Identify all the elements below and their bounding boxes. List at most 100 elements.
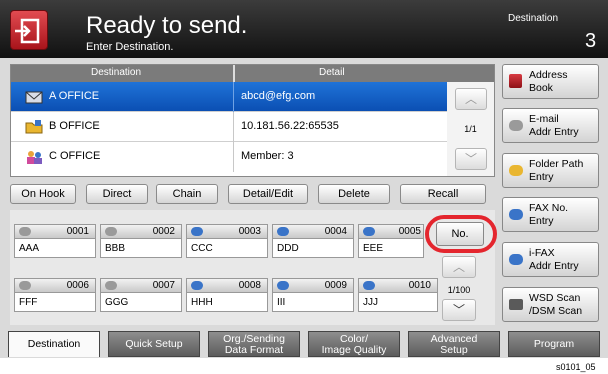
one-touch-key-header: 0001 (15, 225, 95, 239)
tab-color-image-quality[interactable]: Color/Image Quality (308, 331, 400, 357)
one-touch-key[interactable]: 0005 EEE (358, 224, 424, 258)
phone-icon (105, 227, 117, 236)
one-touch-key[interactable]: 0010 JJJ (358, 278, 438, 312)
status-title: Ready to send. (86, 12, 248, 39)
tab-program[interactable]: Program (508, 331, 600, 357)
address-book-line1: Address (529, 69, 568, 81)
row-detail: Member: 3 (241, 150, 294, 162)
status-subtitle: Enter Destination. (86, 41, 174, 53)
one-touch-label: AAA (19, 243, 40, 254)
one-touch-key-header: 0003 (187, 225, 267, 239)
one-touch-key[interactable]: 0008 HHH (186, 278, 268, 312)
address-book-icon (509, 74, 522, 88)
send-screen: Ready to send. Enter Destination. Destin… (0, 0, 608, 358)
one-touch-label: JJJ (363, 297, 378, 308)
folder-entry-label: Folder Path Entry (529, 158, 583, 184)
tab-advanced-setup[interactable]: Advanced Setup (408, 331, 500, 357)
one-touch-key[interactable]: 0006 FFF (14, 278, 96, 312)
status-header: Ready to send. Enter Destination. Destin… (0, 0, 608, 58)
recall-button[interactable]: Recall (400, 184, 486, 204)
wsd-scan-line2: /DSM Scan (529, 305, 583, 317)
one-touch-key[interactable]: 0001 AAA (14, 224, 96, 258)
one-touch-key-header: 0009 (273, 279, 353, 293)
tab-quick-setup[interactable]: Quick Setup (108, 331, 200, 357)
folder-entry-line1: Folder Path (529, 158, 584, 170)
fax-no-entry-button[interactable]: FAX No. Entry (502, 197, 599, 232)
chain-button[interactable]: Chain (156, 184, 218, 204)
row-detail: 10.181.56.22:65535 (241, 120, 339, 132)
one-touch-number: 0003 (238, 226, 261, 237)
tab-program-label: Program (533, 338, 575, 350)
email-icon (509, 120, 523, 131)
scroll-down-button[interactable]: ﹀ (455, 148, 487, 170)
row-divider (233, 82, 234, 112)
globe-icon (191, 281, 203, 290)
column-divider (233, 65, 235, 82)
one-touch-key[interactable]: 0007 GGG (100, 278, 182, 312)
one-touch-label: EEE (363, 243, 384, 254)
fax-entry-label: FAX No. Entry (529, 202, 568, 228)
one-touch-number: 0006 (66, 280, 89, 291)
network-icon (191, 227, 203, 236)
wsd-scan-button[interactable]: WSD Scan/DSM Scan (502, 287, 599, 322)
tab-org-sending-line2: Data Format (224, 344, 284, 356)
one-touch-key-header: 0004 (273, 225, 353, 239)
direct-button[interactable]: Direct (86, 184, 148, 204)
list-row[interactable]: B OFFICE 10.181.56.22:65535 (11, 112, 447, 142)
scroll-up-button[interactable]: ︿ (455, 88, 487, 110)
email-entry-line1: E-mail (529, 113, 559, 125)
one-touch-key-header: 0002 (101, 225, 181, 239)
one-touch-number: 0002 (152, 226, 175, 237)
list-row[interactable]: A OFFICE abcd@efg.com (11, 82, 447, 112)
one-touch-number: 0008 (238, 280, 261, 291)
one-touch-label: HHH (191, 297, 213, 308)
one-touch-scroll-up-button[interactable]: ︿ (442, 256, 476, 278)
wsd-scan-line1: WSD Scan (529, 292, 581, 304)
email-icon (25, 89, 43, 105)
one-touch-key-header: 0006 (15, 279, 95, 293)
tab-destination-label: Destination (27, 338, 81, 350)
destination-count-label: Destination (508, 13, 559, 24)
globe-icon (277, 281, 289, 290)
detail-edit-button[interactable]: Detail/Edit (228, 184, 308, 204)
list-row[interactable]: C OFFICE Member: 3 (11, 142, 447, 172)
folder-path-entry-button[interactable]: Folder Path Entry (502, 153, 599, 188)
address-book-line2: Book (529, 82, 553, 94)
ifax-addr-entry-button[interactable]: i-FAX Addr Entry (502, 242, 599, 277)
row-name: C OFFICE (49, 150, 101, 162)
fax-entry-line1: FAX No. (529, 202, 569, 214)
one-touch-number: 0007 (152, 280, 175, 291)
tab-advanced-line2: Setup (440, 344, 468, 356)
tab-destination[interactable]: Destination (8, 331, 100, 357)
one-touch-number: 0004 (324, 226, 347, 237)
email-addr-entry-button[interactable]: E-mail Addr Entry (502, 108, 599, 143)
one-touch-number: 0001 (66, 226, 89, 237)
send-home-icon[interactable] (10, 10, 48, 50)
folder-icon (25, 119, 43, 135)
email-entry-line2: Addr Entry (529, 126, 579, 138)
one-touch-number: 0005 (398, 226, 421, 237)
delete-button[interactable]: Delete (318, 184, 390, 204)
destination-count: 3 (585, 30, 597, 52)
on-hook-button[interactable]: On Hook (10, 184, 76, 204)
one-touch-label: FFF (19, 297, 38, 308)
phone-icon (19, 281, 31, 290)
email-entry-label: E-mail Addr Entry (529, 113, 579, 139)
list-page-indicator: 1/1 (464, 124, 477, 134)
one-touch-key[interactable]: 0002 BBB (100, 224, 182, 258)
figure-code: s0101_05 (556, 362, 596, 372)
one-touch-label: BBB (105, 243, 126, 254)
tab-org-sending-data-format[interactable]: Org./Sending Data Format (208, 331, 300, 357)
one-touch-key[interactable]: 0003 CCC (186, 224, 268, 258)
group-icon (25, 149, 43, 165)
list-header: Destination Detail (11, 65, 494, 82)
one-touch-label: DDD (277, 243, 299, 254)
one-touch-scroll-down-button[interactable]: ﹀ (442, 299, 476, 321)
ifax-entry-line2: Addr Entry (529, 260, 579, 272)
one-touch-key[interactable]: 0004 DDD (272, 224, 354, 258)
one-touch-key[interactable]: 0009 III (272, 278, 354, 312)
one-touch-key-header: 0008 (187, 279, 267, 293)
address-book-button[interactable]: Address Book (502, 64, 599, 99)
column-header-detail: Detail (319, 67, 345, 78)
globe-icon (363, 281, 375, 290)
